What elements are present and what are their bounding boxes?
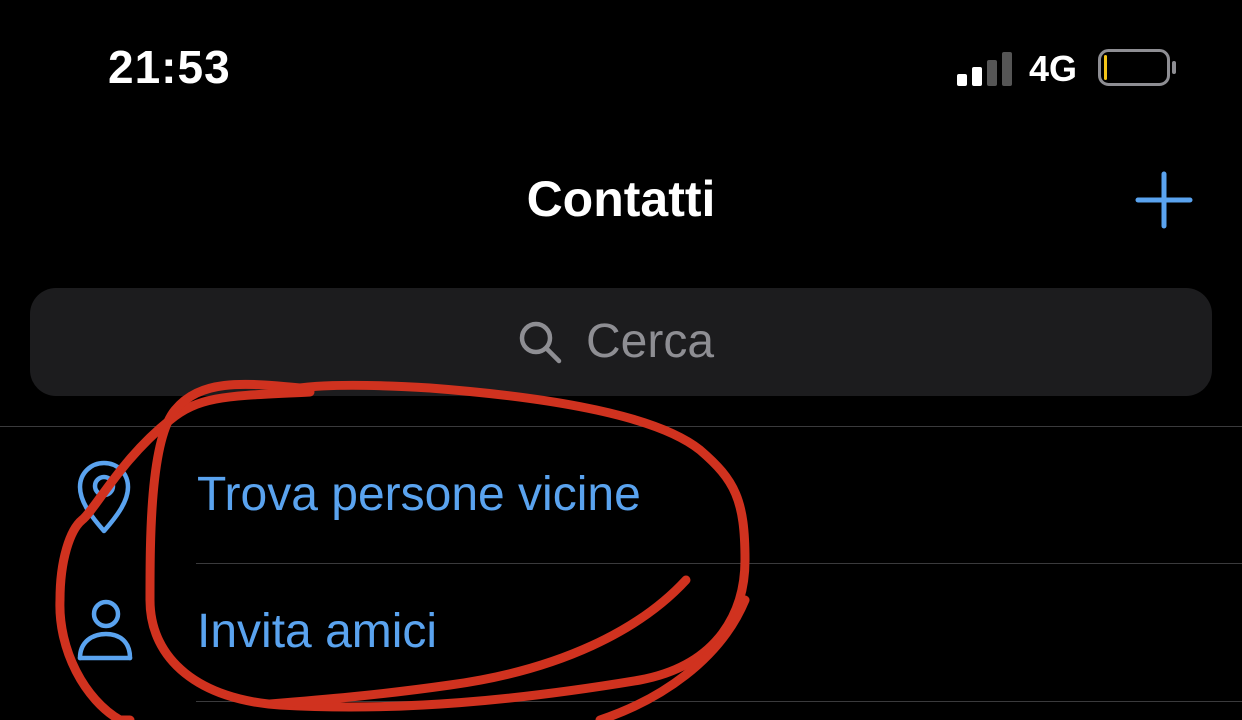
- list-item-label: Trova persone vicine: [197, 468, 641, 521]
- location-pin-icon: [77, 460, 131, 534]
- status-bar: 21:53 4G: [0, 0, 1242, 140]
- status-time: 21:53: [108, 41, 231, 93]
- magnifying-glass-icon: [519, 321, 562, 364]
- search-placeholder: Cerca: [586, 315, 715, 368]
- plus-icon[interactable]: [1132, 168, 1196, 232]
- list-item-label: Invita amici: [197, 605, 438, 658]
- page-title: Contatti: [526, 171, 716, 227]
- search-input[interactable]: Cerca: [30, 288, 1212, 396]
- battery-low-icon: [1098, 49, 1176, 86]
- network-type: 4G: [1029, 48, 1078, 89]
- cellular-signal-icon: [957, 52, 1012, 86]
- divider: [196, 701, 1242, 702]
- list-item-invite-friends[interactable]: Invita amici: [0, 564, 1242, 702]
- list-item-find-nearby[interactable]: Trova persone vicine: [0, 427, 1242, 565]
- person-invite-icon: [77, 599, 133, 661]
